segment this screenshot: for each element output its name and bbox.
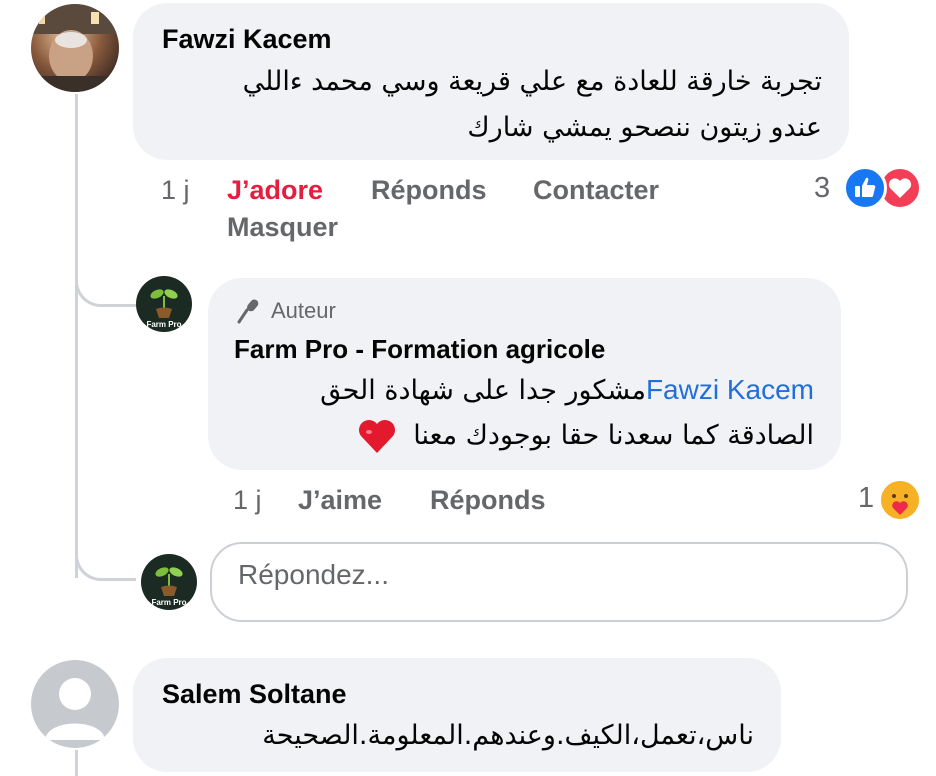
heart-emoji — [357, 417, 397, 457]
reply-button[interactable]: Réponds — [430, 485, 546, 516]
comment-timestamp[interactable]: 1 j — [161, 175, 190, 206]
reply-text: مشكور جدا على شهادة الحق — [320, 375, 646, 406]
like-icon[interactable] — [843, 166, 887, 210]
reaction-count[interactable]: 1 — [858, 482, 874, 515]
avatar[interactable] — [31, 4, 119, 92]
default-user-icon — [45, 678, 105, 740]
thread-branch-reply — [75, 262, 136, 307]
comment-author[interactable]: Salem Soltane — [162, 679, 347, 710]
thread-line-next — [75, 750, 78, 776]
reply-input[interactable]: Répondez... — [210, 542, 908, 622]
comment-text-line: عندو زيتون ننصحو يمشي شارك — [467, 112, 822, 143]
thread-line — [75, 94, 78, 578]
reply-text: الصادقة كما سعدنا حقا بوجودك معنا — [413, 420, 814, 451]
reply-button[interactable]: Réponds — [371, 175, 487, 206]
like-button[interactable]: J’aime — [298, 485, 382, 516]
reply-text-line: الصادقة كما سعدنا حقا بوجودك معنا — [357, 412, 814, 460]
current-user-avatar[interactable]: Farm Pro — [141, 554, 197, 610]
contact-button[interactable]: Contacter — [533, 175, 659, 206]
author-badge-label: Auteur — [271, 298, 336, 323]
avatar-label: Farm Pro — [151, 598, 187, 607]
reply-text-line: Fawzi Kacemمشكور جدا على شهادة الحق — [320, 366, 814, 415]
reply-author[interactable]: Farm Pro - Formation agricole — [234, 334, 605, 365]
page-avatar[interactable]: Farm Pro — [136, 276, 192, 332]
avatar[interactable] — [31, 660, 119, 748]
mention-link[interactable]: Fawzi Kacem — [646, 374, 814, 405]
thread-branch-replybox — [75, 536, 136, 581]
hide-button[interactable]: Masquer — [227, 212, 338, 243]
reply-timestamp[interactable]: 1 j — [233, 485, 262, 516]
reaction-count[interactable]: 3 — [814, 172, 830, 205]
avatar-label: Farm Pro — [146, 320, 182, 329]
comment-text-line: ناس،تعمل،الكيف.وعندهم.المعلومة.الصحيحة — [262, 720, 754, 751]
reply-input-placeholder: Répondez... — [238, 559, 389, 590]
comment-text-line: تجربة خارقة للعادة مع علي قريعة وسي محمد… — [242, 66, 822, 97]
photo-icon — [31, 4, 119, 92]
love-button[interactable]: J’adore — [227, 175, 323, 206]
comment-author[interactable]: Fawzi Kacem — [162, 24, 332, 55]
microphone-icon — [237, 299, 259, 324]
care-icon[interactable] — [878, 478, 922, 522]
